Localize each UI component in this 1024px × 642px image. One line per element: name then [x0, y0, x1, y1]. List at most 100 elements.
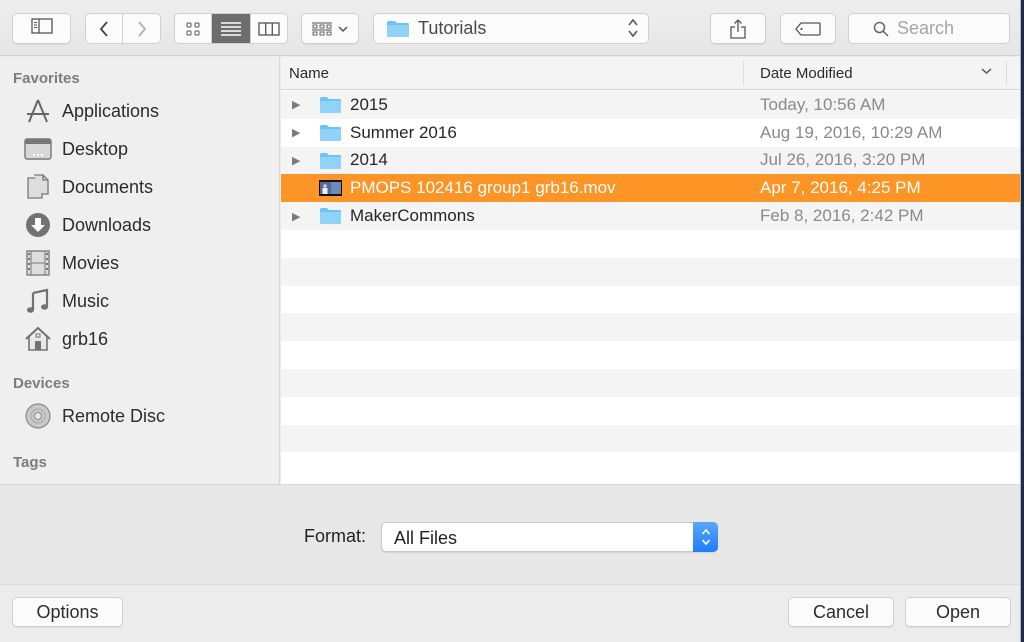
file-name: 2014 — [350, 150, 388, 170]
folder-icon — [319, 207, 342, 225]
open-button[interactable]: Open — [905, 597, 1011, 627]
sidebar-section-devices: Devices — [13, 375, 70, 392]
open-file-dialog: Tutorials Favorites Applications — [0, 0, 1021, 642]
file-date-modified: Apr 7, 2016, 4:25 PM — [760, 178, 921, 198]
chevron-down-icon — [338, 25, 348, 32]
file-name: Summer 2016 — [350, 122, 457, 142]
disc-icon — [24, 402, 52, 430]
file-name: PMOPS 102416 group1 grb16.mov — [350, 178, 616, 198]
disclosure-triangle-icon[interactable]: ▶ — [292, 210, 300, 223]
cancel-button[interactable]: Cancel — [788, 597, 894, 627]
path-popup[interactable]: Tutorials — [373, 13, 649, 44]
sidebar-item-movies[interactable]: Movies — [24, 246, 274, 280]
file-row[interactable]: PMOPS 102416 group1 grb16.mov Apr 7, 2016… — [281, 174, 1020, 203]
movie-thumbnail-icon — [319, 179, 342, 197]
chevron-left-icon — [99, 20, 108, 37]
file-date-modified: Aug 19, 2016, 10:29 AM — [760, 122, 943, 142]
folder-icon — [387, 20, 409, 37]
file-row[interactable]: ▶ Summer 2016 Aug 19, 2016, 10:29 AM — [281, 118, 1020, 147]
file-rows: ▶ 2015 Today, 10:56 AM ▶ Summer 2016 Aug 19, … — [281, 91, 1020, 481]
format-value: All Files — [394, 528, 458, 548]
arrange-button[interactable] — [301, 13, 359, 44]
file-name: MakerCommons — [350, 206, 475, 226]
empty-row — [281, 341, 1020, 369]
sidebar-item-label: Downloads — [62, 214, 152, 235]
toolbar: Tutorials — [0, 0, 1020, 56]
empty-row — [281, 285, 1020, 314]
column-divider[interactable] — [743, 61, 744, 85]
tag-icon — [795, 21, 821, 36]
share-icon — [730, 18, 746, 39]
sidebar-item-documents[interactable]: Documents — [24, 170, 274, 204]
sidebar-item-label: Desktop — [62, 138, 129, 159]
sidebar-item-music[interactable]: Music — [24, 284, 274, 318]
forward-button[interactable] — [123, 14, 160, 43]
empty-row — [281, 313, 1020, 342]
search-input[interactable] — [897, 18, 1007, 39]
folder-icon — [319, 152, 342, 170]
empty-row — [281, 452, 1020, 481]
chevron-right-icon — [137, 20, 146, 37]
tags-button[interactable] — [780, 13, 836, 44]
columns-icon — [258, 21, 280, 36]
sidebar-toggle-button[interactable] — [12, 13, 71, 44]
documents-icon — [24, 173, 52, 201]
sidebar-item-home[interactable]: grb16 — [24, 322, 274, 356]
sidebar-item-desktop[interactable]: Desktop — [24, 132, 274, 166]
folder-icon — [319, 96, 342, 114]
empty-row — [281, 368, 1020, 397]
search-field[interactable] — [848, 13, 1010, 44]
empty-row — [281, 257, 1020, 286]
file-list: Name Date Modified ▶ 2015 Today, 10:56 AM ▶… — [281, 57, 1020, 484]
updown-arrows-icon — [628, 18, 638, 40]
search-icon — [873, 21, 889, 37]
sidebar-item-remote-disc[interactable]: Remote Disc — [24, 399, 274, 433]
file-name: 2015 — [350, 94, 388, 114]
updown-arrows-icon — [693, 522, 718, 552]
disclosure-triangle-icon[interactable]: ▶ — [292, 98, 300, 111]
icon-view-button[interactable] — [175, 14, 212, 43]
file-date-modified: Feb 8, 2016, 2:42 PM — [760, 206, 924, 226]
list-view-button[interactable] — [212, 14, 251, 43]
share-button[interactable] — [710, 13, 766, 44]
sidebar-item-label: Documents — [62, 176, 154, 197]
sidebar-item-label: Remote Disc — [62, 405, 166, 426]
movies-icon — [24, 249, 52, 277]
column-divider[interactable] — [1006, 61, 1007, 85]
sidebar-item-applications[interactable]: Applications — [24, 94, 274, 128]
file-row[interactable]: ▶ 2014 Jul 26, 2016, 3:20 PM — [281, 146, 1020, 175]
desktop-icon — [24, 135, 52, 163]
sidebar-icon — [30, 18, 53, 39]
empty-row — [281, 424, 1020, 453]
grid-icon — [186, 22, 200, 35]
disclosure-triangle-icon[interactable]: ▶ — [292, 154, 300, 167]
format-select[interactable]: All Files — [381, 522, 718, 552]
sidebar-item-downloads[interactable]: Downloads — [24, 208, 274, 242]
sort-chevron-icon[interactable] — [981, 64, 992, 78]
column-view-button[interactable] — [251, 14, 287, 43]
downloads-icon — [24, 211, 52, 239]
sidebar: Favorites Applications Desktop Documents… — [0, 57, 280, 484]
home-icon — [24, 325, 52, 353]
view-mode-segmented — [174, 13, 288, 44]
column-header-name[interactable]: Name — [289, 65, 329, 82]
file-list-header: Name Date Modified — [281, 57, 1020, 90]
bottom-bar: Options Cancel Open — [0, 584, 1020, 642]
back-button[interactable] — [86, 14, 123, 43]
column-header-date-modified[interactable]: Date Modified — [760, 65, 853, 82]
disclosure-triangle-icon[interactable]: ▶ — [292, 126, 300, 139]
music-icon — [24, 287, 52, 315]
options-button[interactable]: Options — [12, 597, 123, 627]
file-row[interactable]: ▶ MakerCommons Feb 8, 2016, 2:42 PM — [281, 202, 1020, 230]
navigation-buttons — [85, 13, 161, 44]
file-date-modified: Today, 10:56 AM — [760, 94, 886, 114]
folder-icon — [319, 124, 342, 142]
sidebar-item-label: Applications — [62, 100, 160, 121]
list-icon — [221, 21, 241, 36]
file-date-modified: Jul 26, 2016, 3:20 PM — [760, 150, 926, 170]
applications-icon — [24, 97, 52, 125]
sidebar-section-favorites: Favorites — [13, 70, 80, 87]
format-label: Format: — [304, 526, 367, 546]
file-row[interactable]: ▶ 2015 Today, 10:56 AM — [281, 91, 1020, 119]
sidebar-item-label: Music — [62, 290, 110, 311]
